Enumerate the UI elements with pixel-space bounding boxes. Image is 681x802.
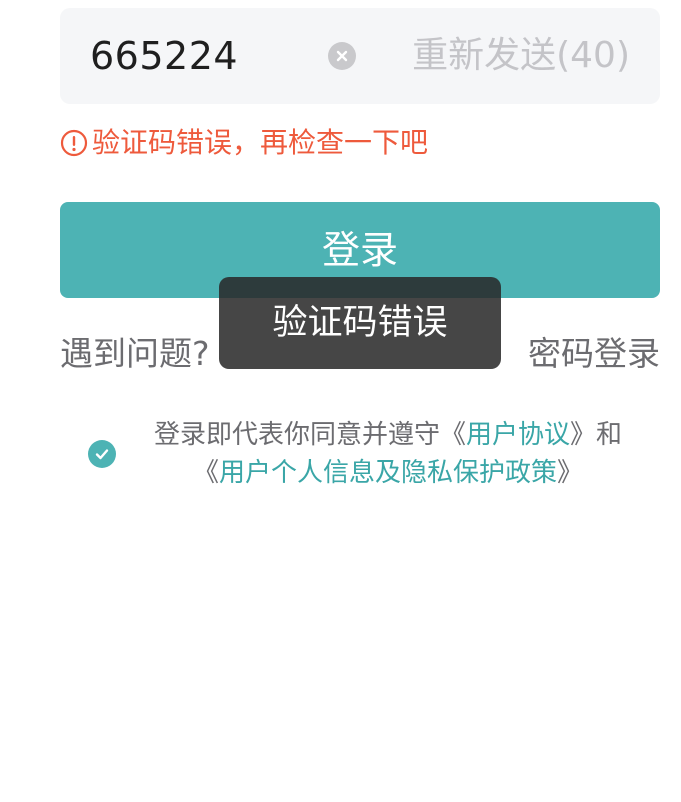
password-login-link[interactable]: 密码登录	[528, 332, 660, 376]
error-message-row: 验证码错误，再检查一下吧	[60, 125, 428, 161]
agreement-prefix: 登录即代表你同意并遵守《	[153, 420, 466, 450]
login-page: 665224 重新发送(40) 验证码错误，再检查一下吧 登录 遇到问题? 密码…	[0, 0, 681, 802]
verification-code-field[interactable]: 665224 重新发送(40)	[60, 8, 660, 104]
login-button-label: 登录	[321, 228, 398, 272]
agreement-middle: 》和	[570, 420, 623, 450]
agreement-text: 登录即代表你同意并遵守《用户协议》和《用户个人信息及隐私保护政策》	[138, 416, 638, 492]
help-link[interactable]: 遇到问题?	[60, 332, 210, 376]
agreement-checkbox[interactable]	[88, 440, 116, 468]
error-icon	[60, 129, 88, 157]
check-icon	[95, 449, 109, 460]
agreement-open-bracket: 《	[192, 458, 219, 488]
error-message-text: 验证码错误，再检查一下吧	[92, 126, 429, 159]
toast: 验证码错误	[219, 277, 501, 369]
verification-code-value[interactable]: 665224	[90, 32, 238, 80]
toast-message: 验证码错误	[272, 303, 448, 343]
clear-icon	[336, 50, 348, 62]
privacy-policy-link[interactable]: 用户个人信息及隐私保护政策	[219, 458, 557, 488]
resend-code-button[interactable]: 重新发送(40)	[412, 34, 630, 78]
agreement-close-bracket: 》	[557, 458, 584, 488]
clear-input-button[interactable]	[328, 42, 356, 70]
user-agreement-link[interactable]: 用户协议	[466, 420, 570, 450]
